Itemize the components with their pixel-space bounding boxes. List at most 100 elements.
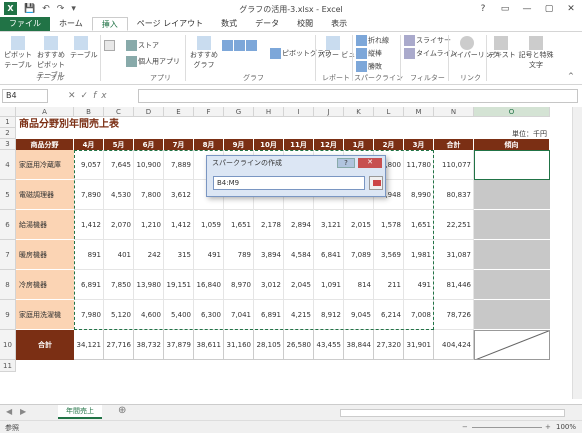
data-cell[interactable]: 5,120 bbox=[104, 300, 134, 330]
dialog-close-button[interactable]: ✕ bbox=[358, 158, 382, 168]
data-cell[interactable]: 80,837 bbox=[434, 180, 474, 210]
column-header-J[interactable]: J bbox=[314, 107, 344, 117]
header-cell[interactable]: 3月 bbox=[404, 139, 434, 150]
data-cell[interactable]: 6,891 bbox=[254, 300, 284, 330]
row-label[interactable]: 冷房機器 bbox=[16, 270, 74, 300]
symbols-button[interactable]: 記号と特殊文字 bbox=[516, 36, 556, 70]
data-cell[interactable]: 3,569 bbox=[374, 240, 404, 270]
zoom-slider[interactable] bbox=[472, 427, 542, 428]
data-cell[interactable]: 3,012 bbox=[254, 270, 284, 300]
data-cell[interactable]: 315 bbox=[164, 240, 194, 270]
data-cell[interactable]: 8,970 bbox=[224, 270, 254, 300]
data-cell[interactable]: 1,412 bbox=[164, 210, 194, 240]
slicer-button[interactable]: スライサー bbox=[404, 35, 451, 46]
select-all-corner[interactable] bbox=[0, 107, 16, 117]
data-range-input[interactable]: B4:M9 bbox=[213, 176, 365, 190]
header-cell[interactable]: 6月 bbox=[134, 139, 164, 150]
total-cell[interactable]: 404,424 bbox=[434, 330, 474, 360]
data-cell[interactable]: 7,980 bbox=[74, 300, 104, 330]
data-cell[interactable]: 3,894 bbox=[254, 240, 284, 270]
tab-home[interactable]: ホーム bbox=[50, 17, 92, 31]
trend-cell[interactable] bbox=[474, 150, 550, 180]
cancel-icon[interactable]: ✕ bbox=[68, 91, 81, 101]
data-cell[interactable]: 1,651 bbox=[224, 210, 254, 240]
column-header-O[interactable]: O bbox=[474, 107, 550, 117]
header-cell[interactable]: 2月 bbox=[374, 139, 404, 150]
header-cell[interactable]: 12月 bbox=[314, 139, 344, 150]
data-cell[interactable]: 8,990 bbox=[404, 180, 434, 210]
data-cell[interactable]: 81,446 bbox=[434, 270, 474, 300]
tab-formulas[interactable]: 数式 bbox=[212, 17, 246, 31]
row-label[interactable]: 給湯機器 bbox=[16, 210, 74, 240]
data-cell[interactable]: 16,840 bbox=[194, 270, 224, 300]
zoom-in-icon[interactable]: + bbox=[545, 423, 551, 431]
column-header-C[interactable]: C bbox=[104, 107, 134, 117]
total-cell[interactable]: 27,320 bbox=[374, 330, 404, 360]
sparkline-winloss-button[interactable]: 勝敗 bbox=[356, 61, 382, 72]
data-cell[interactable]: 1,981 bbox=[404, 240, 434, 270]
data-cell[interactable]: 7,041 bbox=[224, 300, 254, 330]
row-header-4[interactable]: 4 bbox=[0, 150, 16, 180]
total-label[interactable]: 合計 bbox=[16, 330, 74, 360]
data-cell[interactable]: 2,045 bbox=[284, 270, 314, 300]
data-cell[interactable]: 4,584 bbox=[284, 240, 314, 270]
data-cell[interactable]: 7,008 bbox=[404, 300, 434, 330]
row-header-5[interactable]: 5 bbox=[0, 180, 16, 210]
text-button[interactable]: テキスト bbox=[488, 36, 516, 60]
vertical-scrollbar[interactable] bbox=[572, 107, 582, 399]
data-cell[interactable]: 2,015 bbox=[344, 210, 374, 240]
trend-cell[interactable] bbox=[474, 300, 550, 330]
data-cell[interactable]: 6,300 bbox=[194, 300, 224, 330]
row-header-10[interactable]: 10 bbox=[0, 330, 16, 360]
column-header-N[interactable]: N bbox=[434, 107, 474, 117]
total-cell[interactable]: 38,611 bbox=[194, 330, 224, 360]
total-cell[interactable]: 31,160 bbox=[224, 330, 254, 360]
data-cell[interactable]: 22,251 bbox=[434, 210, 474, 240]
sparkline-column-button[interactable]: 縦棒 bbox=[356, 48, 382, 59]
spreadsheet-grid[interactable]: A B C D E F G H I J K L M N O 1 2 3 4 5 6 7 8 9 10 11 商品分野別年間売上表 単位… bbox=[0, 107, 572, 399]
column-header-D[interactable]: D bbox=[134, 107, 164, 117]
column-header-H[interactable]: H bbox=[254, 107, 284, 117]
zoom-out-icon[interactable]: − bbox=[462, 423, 468, 431]
column-header-E[interactable]: E bbox=[164, 107, 194, 117]
row-header-6[interactable]: 6 bbox=[0, 210, 16, 240]
next-sheet-icon[interactable]: ▶ bbox=[20, 407, 26, 416]
data-cell[interactable]: 3,612 bbox=[164, 180, 194, 210]
data-cell[interactable]: 401 bbox=[104, 240, 134, 270]
data-cell[interactable]: 31,087 bbox=[434, 240, 474, 270]
data-cell[interactable]: 1,091 bbox=[314, 270, 344, 300]
pivot-table-button[interactable]: ピボット テーブル bbox=[3, 36, 33, 70]
data-cell[interactable]: 78,726 bbox=[434, 300, 474, 330]
name-box[interactable]: B4 bbox=[2, 89, 48, 103]
data-cell[interactable]: 4,215 bbox=[284, 300, 314, 330]
header-cell[interactable]: 4月 bbox=[74, 139, 104, 150]
chart-types-button[interactable] bbox=[222, 40, 258, 51]
data-cell[interactable]: 6,891 bbox=[74, 270, 104, 300]
trend-cell[interactable] bbox=[474, 240, 550, 270]
prev-sheet-icon[interactable]: ◀ bbox=[6, 407, 12, 416]
total-cell[interactable]: 28,105 bbox=[254, 330, 284, 360]
tab-review[interactable]: 校閲 bbox=[288, 17, 322, 31]
column-header-K[interactable]: K bbox=[344, 107, 374, 117]
data-cell[interactable]: 7,645 bbox=[104, 150, 134, 180]
row-label[interactable]: 家庭用冷蔵庫 bbox=[16, 150, 74, 180]
data-cell[interactable]: 1,578 bbox=[374, 210, 404, 240]
column-header-B[interactable]: B bbox=[74, 107, 104, 117]
header-cell[interactable]: 商品分野 bbox=[16, 139, 74, 150]
collapse-ribbon-icon[interactable]: ^ bbox=[568, 72, 574, 80]
ribbon-display-icon[interactable]: ▭ bbox=[494, 0, 516, 17]
total-cell[interactable]: 37,879 bbox=[164, 330, 194, 360]
close-icon[interactable]: ✕ bbox=[560, 0, 582, 17]
row-header-2[interactable]: 2 bbox=[0, 128, 16, 139]
data-cell[interactable]: 9,045 bbox=[344, 300, 374, 330]
data-cell[interactable]: 491 bbox=[404, 270, 434, 300]
data-cell[interactable]: 891 bbox=[74, 240, 104, 270]
row-header-8[interactable]: 8 bbox=[0, 270, 16, 300]
data-cell[interactable]: 2,894 bbox=[284, 210, 314, 240]
data-cell[interactable]: 1,059 bbox=[194, 210, 224, 240]
trend-cell[interactable] bbox=[474, 210, 550, 240]
minimize-icon[interactable]: — bbox=[516, 0, 538, 17]
collapse-dialog-button[interactable] bbox=[369, 176, 383, 190]
data-cell[interactable]: 110,077 bbox=[434, 150, 474, 180]
data-cell[interactable]: 814 bbox=[344, 270, 374, 300]
